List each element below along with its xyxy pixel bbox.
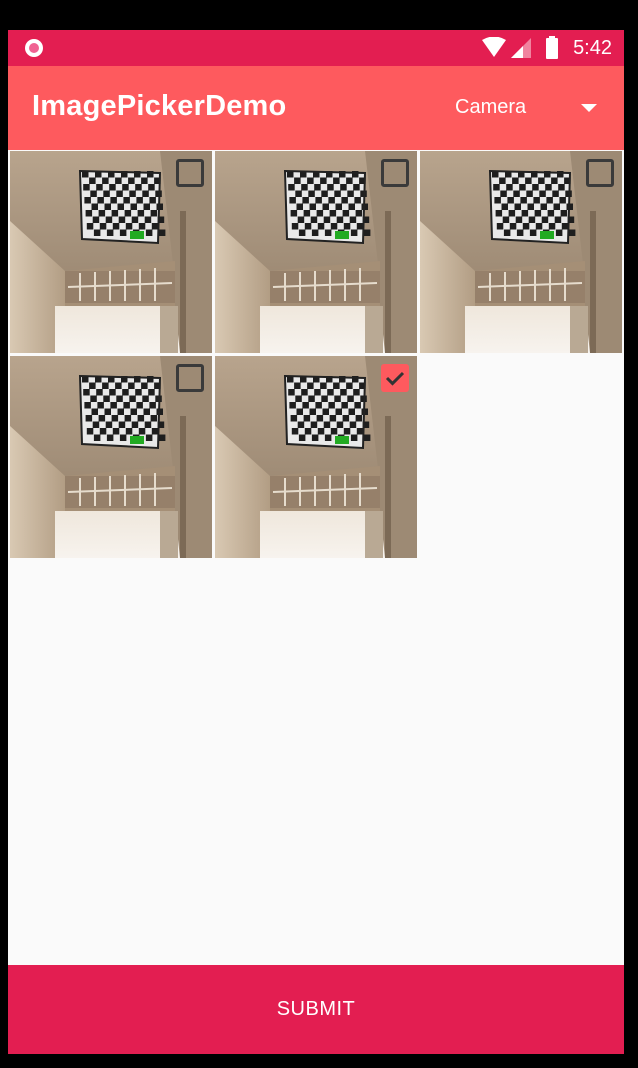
image-tile[interactable] [215, 356, 417, 558]
checkbox-unchecked[interactable] [586, 159, 614, 187]
checkbox-unchecked[interactable] [176, 364, 204, 392]
checkbox-unchecked[interactable] [381, 159, 409, 187]
signal-icon [511, 38, 532, 58]
image-tile[interactable] [215, 151, 417, 353]
check-icon [385, 371, 405, 386]
submit-button[interactable]: SUBMIT [8, 965, 624, 1054]
submit-label: SUBMIT [276, 998, 356, 1020]
image-tile[interactable] [10, 151, 212, 353]
checkbox-unchecked[interactable] [176, 159, 204, 187]
image-tile[interactable] [420, 151, 622, 353]
source-selector-label: Camera [455, 96, 527, 118]
app-title: ImagePickerDemo [32, 90, 287, 122]
app-bar: ImagePickerDemo Camera [8, 66, 624, 150]
battery-icon [546, 36, 559, 59]
clock: 5:42 [573, 36, 612, 59]
wifi-icon [482, 37, 507, 57]
system-icons: 5:42 [481, 36, 612, 60]
image-tile[interactable] [10, 356, 212, 558]
record-dot-icon [25, 39, 43, 57]
dropdown-arrow-icon [581, 104, 597, 112]
phone-screen: 5:42 ImagePickerDemo Camera SUBMIT [8, 30, 624, 1054]
source-selector[interactable]: Camera [428, 84, 608, 132]
checkbox-checked[interactable] [381, 364, 409, 392]
status-bar: 5:42 [8, 30, 624, 66]
